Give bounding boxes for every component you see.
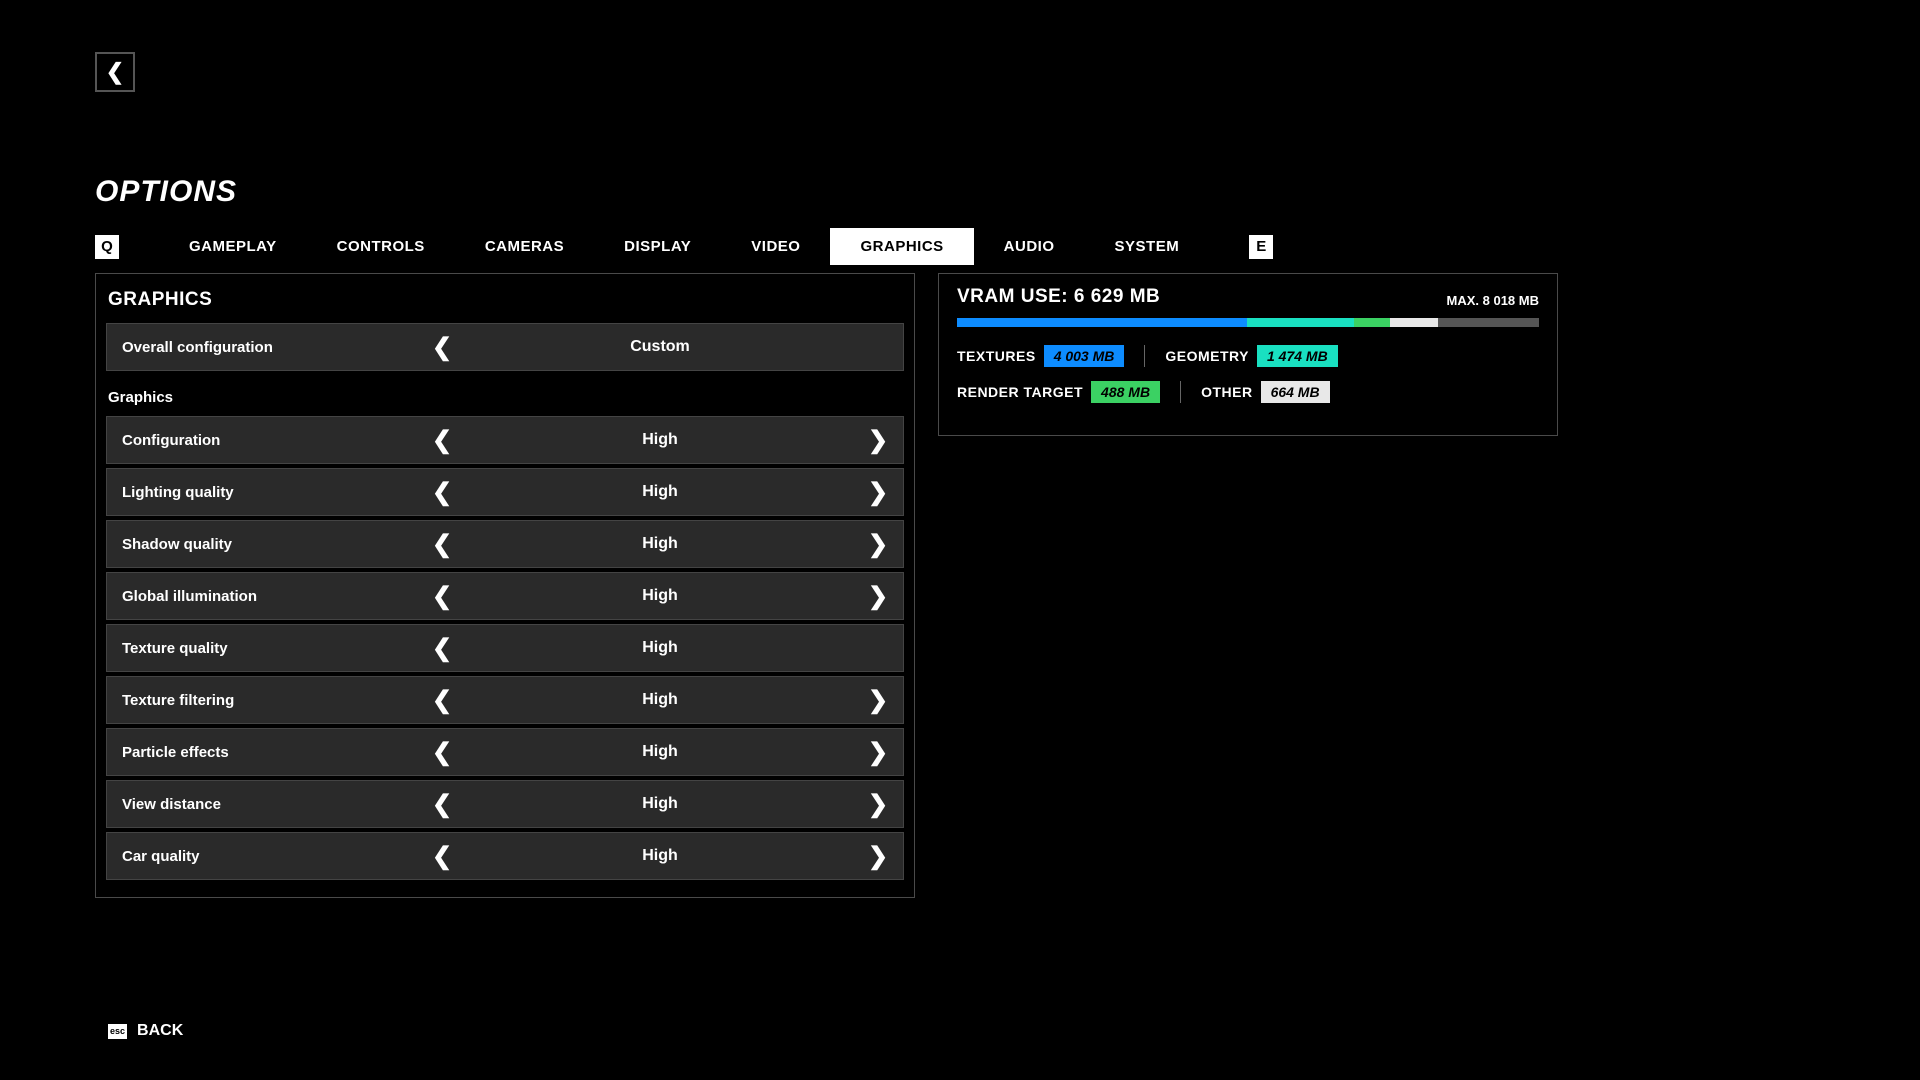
option-value: Custom xyxy=(467,338,853,356)
option-row-4[interactable]: Texture quality❮High❯ xyxy=(106,624,904,672)
arrow-left-icon[interactable]: ❮ xyxy=(417,478,467,507)
option-value: High xyxy=(467,587,853,605)
option-row-0[interactable]: Configuration❮High❯ xyxy=(106,416,904,464)
legend-label: TEXTURES xyxy=(957,348,1036,364)
tab-gameplay[interactable]: GAMEPLAY xyxy=(159,228,307,265)
vram-seg-textures xyxy=(957,318,1247,327)
option-value: High xyxy=(467,795,853,813)
legend-value: 1 474 MB xyxy=(1257,345,1338,367)
prev-tab-key-icon[interactable]: Q xyxy=(95,235,119,259)
legend-label: RENDER TARGET xyxy=(957,384,1083,400)
option-value: High xyxy=(467,743,853,761)
legend-value: 4 003 MB xyxy=(1044,345,1125,367)
panel-title: GRAPHICS xyxy=(106,284,904,323)
arrow-right-icon[interactable]: ❯ xyxy=(853,738,903,767)
option-row-7[interactable]: View distance❮High❯ xyxy=(106,780,904,828)
tab-graphics[interactable]: GRAPHICS xyxy=(830,228,973,265)
arrow-left-icon[interactable]: ❮ xyxy=(417,333,467,362)
arrow-right-icon[interactable]: ❯ xyxy=(853,426,903,455)
tab-display[interactable]: DISPLAY xyxy=(594,228,721,265)
option-value: High xyxy=(467,847,853,865)
arrow-left-icon[interactable]: ❮ xyxy=(417,686,467,715)
option-row-5[interactable]: Texture filtering❮High❯ xyxy=(106,676,904,724)
tab-system[interactable]: SYSTEM xyxy=(1085,228,1210,265)
option-row-overall[interactable]: Overall configuration❮Custom❯ xyxy=(106,323,904,371)
option-label: Texture quality xyxy=(107,640,417,657)
vram-title: VRAM USE: 6 629 MB xyxy=(957,286,1160,308)
option-label: Overall configuration xyxy=(107,339,417,356)
legend-item-textures: TEXTURES 4 003 MB xyxy=(957,345,1124,367)
arrow-right-icon[interactable]: ❯ xyxy=(853,842,903,871)
tab-audio[interactable]: AUDIO xyxy=(974,228,1085,265)
legend-separator xyxy=(1180,381,1181,403)
option-value: High xyxy=(467,691,853,709)
settings-panel: GRAPHICS Overall configuration❮Custom❯ G… xyxy=(95,273,915,898)
arrow-right-icon[interactable]: ❯ xyxy=(853,478,903,507)
tab-cameras[interactable]: CAMERAS xyxy=(455,228,594,265)
arrow-left-icon[interactable]: ❮ xyxy=(417,738,467,767)
legend-separator xyxy=(1144,345,1145,367)
tab-bar: Q GAMEPLAYCONTROLSCAMERASDISPLAYVIDEOGRAP… xyxy=(95,228,1273,265)
page-title: OPTIONS xyxy=(95,175,237,209)
back-button-top[interactable]: ❮ xyxy=(95,52,135,92)
option-label: Particle effects xyxy=(107,744,417,761)
back-button-footer[interactable]: esc BACK xyxy=(108,1022,183,1040)
option-label: Car quality xyxy=(107,848,417,865)
option-row-8[interactable]: Car quality❮High❯ xyxy=(106,832,904,880)
option-row-1[interactable]: Lighting quality❮High❯ xyxy=(106,468,904,516)
legend-label: GEOMETRY xyxy=(1165,348,1249,364)
tab-controls[interactable]: CONTROLS xyxy=(307,228,455,265)
option-value: High xyxy=(467,639,853,657)
option-label: Global illumination xyxy=(107,588,417,605)
arrow-left-icon[interactable]: ❮ xyxy=(417,530,467,559)
vram-seg-render-target xyxy=(1354,318,1390,327)
legend-item-render-target: RENDER TARGET 488 MB xyxy=(957,381,1160,403)
arrow-right-icon[interactable]: ❯ xyxy=(853,582,903,611)
tab-video[interactable]: VIDEO xyxy=(721,228,830,265)
arrow-left-icon[interactable]: ❮ xyxy=(417,842,467,871)
legend-value: 488 MB xyxy=(1091,381,1160,403)
option-row-3[interactable]: Global illumination❮High❯ xyxy=(106,572,904,620)
option-label: Lighting quality xyxy=(107,484,417,501)
option-label: Texture filtering xyxy=(107,692,417,709)
legend-item-other: OTHER 664 MB xyxy=(1201,381,1330,403)
option-row-2[interactable]: Shadow quality❮High❯ xyxy=(106,520,904,568)
legend-label: OTHER xyxy=(1201,384,1253,400)
option-label: Shadow quality xyxy=(107,536,417,553)
vram-seg-geometry xyxy=(1247,318,1354,327)
option-value: High xyxy=(467,483,853,501)
vram-seg-other xyxy=(1390,318,1438,327)
option-row-6[interactable]: Particle effects❮High❯ xyxy=(106,728,904,776)
arrow-right-icon[interactable]: ❯ xyxy=(853,790,903,819)
arrow-left-icon[interactable]: ❮ xyxy=(417,790,467,819)
vram-legend-row: RENDER TARGET 488 MB OTHER 664 MB xyxy=(957,381,1539,403)
chevron-left-icon: ❮ xyxy=(106,59,124,85)
esc-key-icon: esc xyxy=(108,1024,127,1039)
arrow-right-icon[interactable]: ❯ xyxy=(853,530,903,559)
vram-header: VRAM USE: 6 629 MB MAX. 8 018 MB xyxy=(957,286,1539,308)
arrow-left-icon[interactable]: ❮ xyxy=(417,426,467,455)
arrow-left-icon[interactable]: ❮ xyxy=(417,634,467,663)
vram-max: MAX. 8 018 MB xyxy=(1447,293,1539,308)
option-label: View distance xyxy=(107,796,417,813)
vram-legend-row: TEXTURES 4 003 MB GEOMETRY 1 474 MB xyxy=(957,345,1539,367)
legend-value: 664 MB xyxy=(1261,381,1330,403)
option-value: High xyxy=(467,535,853,553)
option-label: Configuration xyxy=(107,432,417,449)
vram-bar xyxy=(957,318,1539,327)
panel-subheader: Graphics xyxy=(106,375,904,416)
arrow-right-icon[interactable]: ❯ xyxy=(853,686,903,715)
legend-item-geometry: GEOMETRY 1 474 MB xyxy=(1165,345,1337,367)
vram-panel: VRAM USE: 6 629 MB MAX. 8 018 MB TEXTURE… xyxy=(938,273,1558,436)
next-tab-key-icon[interactable]: E xyxy=(1249,235,1273,259)
settings-scroll[interactable]: GRAPHICS Overall configuration❮Custom❯ G… xyxy=(106,284,914,887)
arrow-left-icon[interactable]: ❮ xyxy=(417,582,467,611)
back-label: BACK xyxy=(137,1022,183,1040)
option-value: High xyxy=(467,431,853,449)
